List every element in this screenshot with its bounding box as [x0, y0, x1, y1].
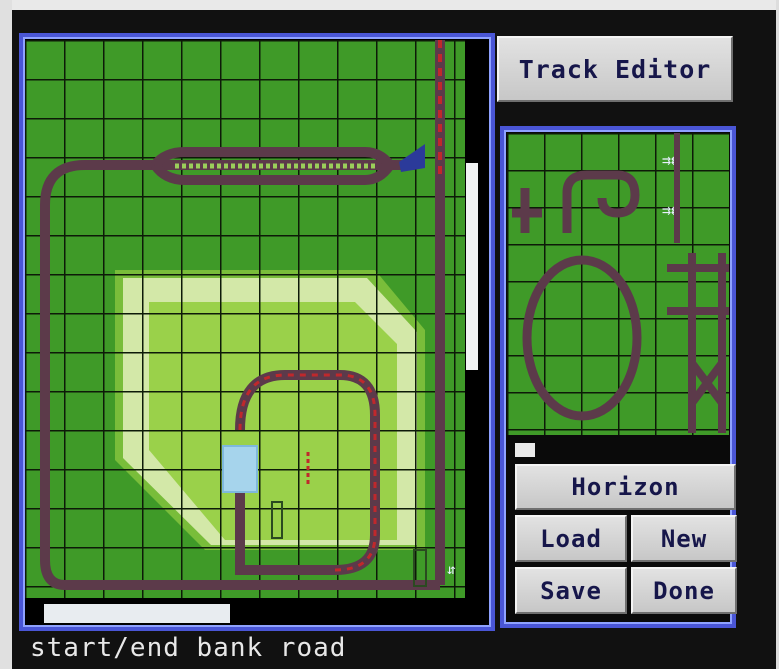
track-editor-title: Track Editor — [497, 36, 733, 102]
scan-edge-left — [0, 0, 12, 669]
theme-horizon-button[interactable]: Horizon — [515, 464, 736, 510]
save-button[interactable]: Save — [515, 567, 627, 614]
direction-arrows-icon: ⇵ — [447, 562, 455, 578]
tile-cursor[interactable] — [222, 445, 258, 493]
tile-palette[interactable]: ⇉⇇ ⇉⇇ — [507, 133, 729, 435]
new-button[interactable]: New — [631, 515, 737, 562]
scan-edge-top — [0, 0, 779, 10]
status-bar-text: start/end bank road — [30, 633, 347, 663]
track-map-canvas[interactable]: ⇵ — [25, 40, 465, 598]
vertical-scrollbar[interactable] — [466, 163, 478, 370]
palette-scrollbar[interactable] — [515, 443, 535, 457]
done-button[interactable]: Done — [631, 567, 737, 614]
load-button[interactable]: Load — [515, 515, 627, 562]
horizontal-scrollbar[interactable] — [44, 604, 230, 623]
